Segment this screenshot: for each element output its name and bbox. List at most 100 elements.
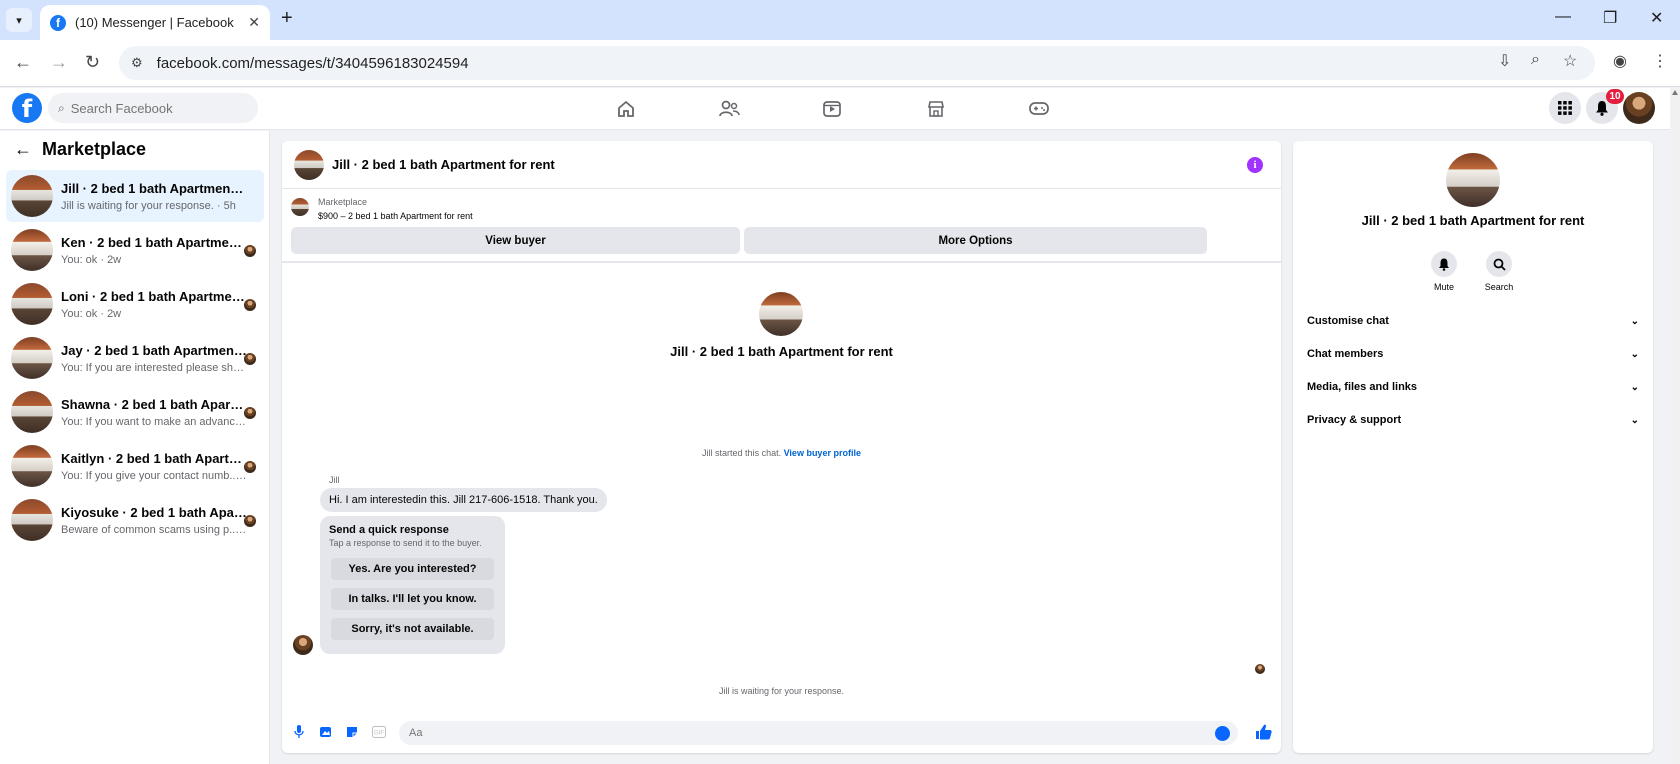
microphone-icon[interactable]	[291, 724, 307, 740]
intro-name: Jill · 2 bed 1 bath Apartment for rent	[670, 344, 893, 359]
conversation-avatar	[11, 499, 53, 541]
mute-button[interactable]: Mute	[1424, 251, 1464, 292]
conversation-text: Kaitlyn · 2 bed 1 bath Apartmen... You: I…	[61, 451, 247, 482]
read-receipt-avatar	[244, 245, 256, 257]
facebook-search-input[interactable]	[70, 100, 231, 116]
chat-started-notice: Jill started this chat. View buyer profi…	[282, 448, 1281, 458]
bookmark-star-icon[interactable]: ☆	[1563, 51, 1577, 71]
conversation-avatar	[11, 175, 53, 217]
conversation-preview: You: If you are interested please share.…	[61, 361, 247, 374]
view-buyer-button[interactable]: View buyer	[291, 227, 740, 254]
chat-header-avatar[interactable]	[294, 149, 324, 180]
chat-details-panel: Jill · 2 bed 1 bath Apartment for rent M…	[1293, 141, 1653, 753]
install-app-icon[interactable]: ⇩	[1498, 51, 1511, 71]
site-settings-icon[interactable]: ⚙	[131, 55, 143, 71]
quick-response-button[interactable]: Yes. Are you interested?	[331, 558, 494, 580]
gaming-icon[interactable]	[1027, 97, 1051, 121]
address-bar[interactable]: ⚙ facebook.com/messages/t/34045961830245…	[119, 46, 1595, 80]
conversation-item[interactable]: Kiyosuke · 2 bed 1 bath Apartme... Beware…	[6, 494, 264, 546]
browser-toolbar: ← → ↻ ⚙ facebook.com/messages/t/34045961…	[0, 40, 1680, 87]
conversation-item[interactable]: Ken · 2 bed 1 bath Apartment fo... You: o…	[6, 224, 264, 276]
page-scrollbar[interactable]	[1670, 88, 1680, 764]
gif-icon[interactable]: GIF	[371, 724, 387, 740]
browser-tab-messenger[interactable]: f (10) Messenger | Facebook ✕	[40, 5, 270, 40]
waiting-notice: Jill is waiting for your response.	[718, 686, 845, 696]
browser-tab-bar: ▾ f (10) Messenger | Facebook ✕ + — ❐ ✕	[0, 0, 1680, 40]
url-text: facebook.com/messages/t/3404596183024594	[156, 54, 469, 72]
media-files-links-row[interactable]: Media, files and links ⌄	[1303, 375, 1643, 399]
back-arrow-icon[interactable]: ←	[14, 139, 32, 160]
friends-icon[interactable]	[717, 97, 741, 121]
conversation-item[interactable]: Kaitlyn · 2 bed 1 bath Apartmen... You: I…	[6, 440, 264, 492]
minimize-icon[interactable]: —	[1555, 8, 1571, 26]
info-icon[interactable]: i	[1247, 157, 1263, 173]
new-tab-icon[interactable]: +	[281, 7, 293, 30]
search-icon: ⌕	[58, 100, 65, 115]
message-sender: Jill	[329, 475, 340, 485]
conversation-item[interactable]: Loni · 2 bed 1 bath Apartment f... You: o…	[6, 278, 264, 330]
conversation-item[interactable]: Shawna · 2 bed 1 bath Apartment f... You:…	[6, 386, 264, 438]
marketplace-icon[interactable]	[924, 97, 948, 121]
chevron-down-icon: ⌄	[1630, 381, 1639, 393]
conversation-preview: You: ok · 2w	[61, 307, 122, 320]
more-options-button[interactable]: More Options	[744, 227, 1207, 254]
quick-response-card: Send a quick response Tap a response to …	[320, 516, 505, 654]
forward-icon[interactable]: →	[50, 52, 68, 73]
sender-avatar[interactable]	[293, 635, 313, 655]
quick-response-button[interactable]: In talks. I'll let you know.	[331, 588, 494, 610]
home-icon[interactable]	[614, 97, 638, 121]
emoji-icon[interactable]	[1215, 726, 1230, 741]
conversation-avatar	[11, 229, 53, 271]
facebook-search[interactable]: ⌕	[48, 93, 258, 123]
conversation-name: Shawna · 2 bed 1 bath Apartment f...	[61, 396, 247, 412]
profile-icon[interactable]: ◉	[1613, 51, 1627, 71]
listing-price[interactable]: $900 – 2 bed 1 bath Apartment for rent	[318, 211, 473, 221]
facebook-favicon-icon: f	[50, 14, 66, 31]
facebook-logo-icon[interactable]: f	[12, 93, 42, 123]
conversation-avatar	[11, 391, 53, 433]
back-icon[interactable]: ←	[14, 52, 32, 73]
conversation-name: Kiyosuke · 2 bed 1 bath Apartme...	[61, 504, 247, 520]
thumbs-up-icon[interactable]	[1255, 723, 1273, 741]
conversation-text: Jill · 2 bed 1 bath Apartment for rent Ji…	[61, 181, 247, 212]
search-in-chat-button[interactable]: Search	[1479, 251, 1519, 292]
section-label: Chat members	[1307, 348, 1384, 360]
notification-badge: 10	[1606, 89, 1624, 104]
search-icon	[1486, 251, 1512, 277]
photo-icon[interactable]	[318, 724, 334, 740]
sticker-icon[interactable]	[344, 724, 360, 740]
conversation-text: Ken · 2 bed 1 bath Apartment fo... You: o…	[61, 235, 247, 266]
conversation-item[interactable]: Jill · 2 bed 1 bath Apartment for rent Ji…	[6, 170, 264, 222]
browser-menu-icon[interactable]: ⋮	[1652, 51, 1668, 71]
section-label: Customise chat	[1307, 315, 1389, 327]
reload-icon[interactable]: ↻	[85, 52, 100, 73]
chat-title[interactable]: Jill · 2 bed 1 bath Apartment for rent	[332, 157, 555, 172]
chat-members-row[interactable]: Chat members ⌄	[1303, 342, 1643, 366]
restore-icon[interactable]: ❐	[1603, 8, 1617, 28]
intro-avatar	[759, 292, 803, 336]
tab-list-icon[interactable]: ▾	[6, 8, 32, 32]
tab-title: (10) Messenger | Facebook	[75, 15, 234, 30]
menu-grid-icon[interactable]	[1549, 92, 1581, 124]
read-receipt-avatar	[244, 515, 256, 527]
chevron-down-icon: ⌄	[1630, 348, 1639, 360]
privacy-support-row[interactable]: Privacy & support ⌄	[1303, 408, 1643, 432]
details-avatar[interactable]	[1446, 153, 1500, 207]
message-input-box[interactable]	[399, 721, 1238, 745]
video-icon[interactable]	[820, 97, 844, 121]
scroll-up-icon[interactable]	[1672, 90, 1678, 95]
message-input[interactable]	[409, 727, 1189, 739]
conversation-item[interactable]: Jay · 2 bed 1 bath Apartment for re... Yo…	[6, 332, 264, 384]
details-name: Jill · 2 bed 1 bath Apartment for rent	[1361, 213, 1585, 228]
conversation-name: Loni · 2 bed 1 bath Apartment f...	[61, 288, 247, 304]
window-close-icon[interactable]: ✕	[1650, 8, 1663, 28]
tab-close-icon[interactable]: ✕	[248, 14, 260, 31]
view-buyer-profile-link[interactable]: View buyer profile	[784, 448, 861, 458]
listing-thumbnail[interactable]	[291, 198, 309, 216]
zoom-icon[interactable]: ⌕	[1531, 51, 1540, 69]
account-avatar[interactable]	[1623, 92, 1655, 124]
customise-chat-row[interactable]: Customise chat ⌄	[1303, 309, 1643, 333]
read-receipt-avatar	[244, 461, 256, 473]
quick-response-button[interactable]: Sorry, it's not available.	[331, 618, 494, 640]
chevron-down-icon: ⌄	[1630, 315, 1639, 327]
